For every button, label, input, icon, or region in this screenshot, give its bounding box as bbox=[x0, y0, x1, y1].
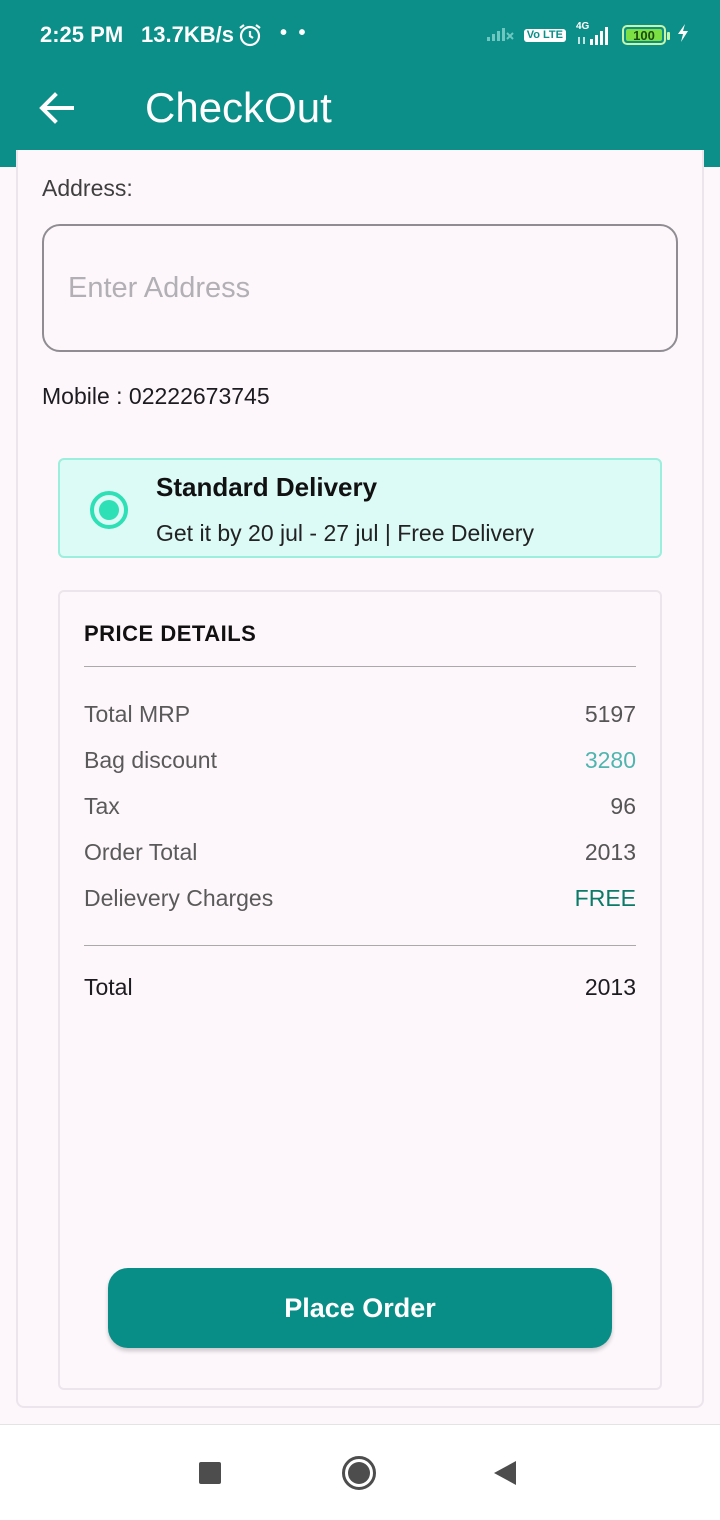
status-right-group: Vo LTE 4G 100 bbox=[486, 20, 690, 50]
address-label: Address: bbox=[42, 175, 133, 201]
price-row-delivery-charges: Delievery Charges FREE bbox=[84, 885, 636, 912]
price-details-title: PRICE DETAILS bbox=[84, 621, 257, 646]
price-divider-bottom bbox=[84, 945, 636, 946]
status-bar: 2:25 PM 13.7KB/s • • Vo LTE 4G 100 bbox=[0, 0, 720, 70]
delivery-option-standard[interactable]: Standard Delivery Get it by 20 jul - 27 … bbox=[58, 458, 662, 558]
price-value: FREE bbox=[574, 885, 636, 911]
battery-icon: 100 bbox=[622, 25, 670, 45]
charging-icon bbox=[676, 23, 690, 48]
delivery-title: Standard Delivery bbox=[156, 472, 378, 502]
price-label: Bag discount bbox=[84, 747, 217, 773]
status-net-speed: 13.7KB/s bbox=[141, 22, 234, 47]
price-label: Tax bbox=[84, 793, 120, 819]
price-label: Total MRP bbox=[84, 701, 191, 727]
recents-square-icon[interactable] bbox=[199, 1462, 221, 1484]
price-label: Delievery Charges bbox=[84, 885, 274, 911]
price-value: 3280 bbox=[584, 747, 636, 773]
radio-selected-dot bbox=[99, 500, 119, 520]
total-label: Total bbox=[84, 974, 133, 1000]
place-order-button[interactable]: Place Order bbox=[108, 1268, 612, 1348]
delivery-radio[interactable] bbox=[90, 491, 128, 529]
home-circle-icon[interactable] bbox=[342, 1456, 376, 1490]
app-bar: 2:25 PM 13.7KB/s • • Vo LTE 4G 100 Check… bbox=[0, 0, 720, 167]
price-label: Order Total bbox=[84, 839, 198, 865]
mobile-number: Mobile : 02222673745 bbox=[42, 383, 270, 409]
alarm-icon bbox=[237, 22, 263, 48]
signal-4g-icon: 4G bbox=[576, 21, 612, 47]
page-title: CheckOut bbox=[145, 84, 332, 131]
signal-weak-icon bbox=[486, 24, 514, 47]
back-button[interactable] bbox=[36, 88, 76, 128]
price-row-bag-discount: Bag discount 3280 bbox=[84, 747, 636, 774]
price-value: 96 bbox=[610, 793, 636, 819]
address-input[interactable] bbox=[42, 224, 678, 352]
total-value: 2013 bbox=[584, 974, 636, 1000]
notification-dots: • • bbox=[280, 22, 309, 44]
system-nav-bar bbox=[0, 1424, 720, 1520]
price-value: 5197 bbox=[584, 701, 636, 727]
volte-badge: Vo LTE bbox=[523, 28, 566, 42]
price-row-order-total: Order Total 2013 bbox=[84, 839, 636, 866]
price-row-tax: Tax 96 bbox=[84, 793, 636, 820]
battery-level: 100 bbox=[633, 27, 655, 43]
price-value: 2013 bbox=[584, 839, 636, 865]
price-row-total: Total 2013 bbox=[84, 974, 636, 1001]
arrow-left-icon bbox=[39, 92, 74, 124]
price-divider-top bbox=[84, 666, 636, 667]
delivery-subtitle: Get it by 20 jul - 27 jul | Free Deliver… bbox=[156, 520, 534, 546]
back-triangle-icon[interactable] bbox=[494, 1461, 516, 1485]
price-row-total-mrp: Total MRP 5197 bbox=[84, 701, 636, 728]
status-time: 2:25 PM bbox=[40, 22, 124, 47]
